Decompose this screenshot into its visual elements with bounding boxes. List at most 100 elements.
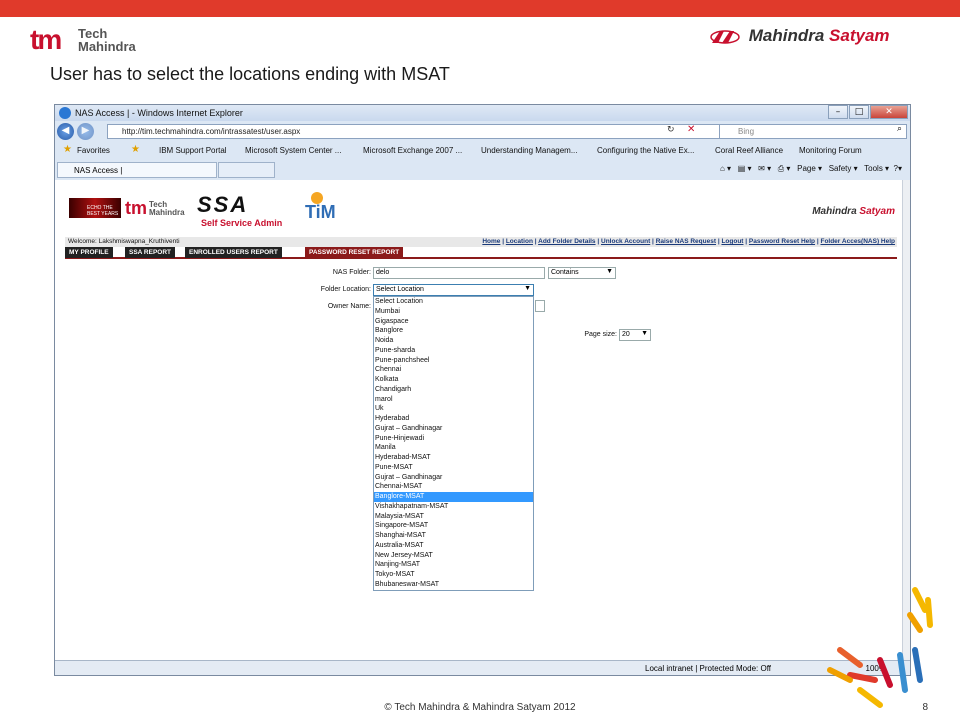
- tab-my-profile[interactable]: MY PROFILE: [65, 247, 113, 258]
- link-location[interactable]: Location: [506, 238, 533, 245]
- safety-menu[interactable]: Safety ▾: [829, 164, 858, 173]
- location-option[interactable]: Pune-MSAT: [374, 463, 533, 473]
- location-option[interactable]: Kolkata: [374, 375, 533, 385]
- nas-folder-input[interactable]: delo: [373, 267, 545, 279]
- url-input[interactable]: http://tim.techmahindra.com/intrassatest…: [107, 124, 727, 139]
- fav-link-7[interactable]: Monitoring Forum: [799, 146, 862, 155]
- location-option[interactable]: Malaysia-MSAT: [374, 512, 533, 522]
- location-option[interactable]: Gujrat – Gandhinagar: [374, 424, 533, 434]
- mahindra-satyam-logo: Mahindra Satyam: [710, 26, 930, 48]
- location-option[interactable]: Banglore-MSAT: [374, 492, 533, 502]
- back-button[interactable]: ◀: [57, 123, 74, 140]
- page-size-value: 20: [622, 331, 630, 338]
- page-viewport: ECHO THE BEST YEARS tm Tech Mahindra SSA …: [55, 180, 904, 662]
- tools-menu[interactable]: Tools ▾: [864, 164, 889, 173]
- link-raise-nas-request[interactable]: Raise NAS Request: [656, 238, 716, 245]
- feeds-icon[interactable]: ▤ ▾: [738, 164, 752, 173]
- favorites-bar: ★ Favorites ★ IBM Support Portal Microso…: [55, 141, 910, 161]
- location-option[interactable]: Chennai-MSAT: [374, 482, 533, 492]
- location-option[interactable]: Mumbai: [374, 307, 533, 317]
- location-option[interactable]: Pune-sharda: [374, 346, 533, 356]
- mail-icon[interactable]: ✉ ▾: [758, 164, 771, 173]
- security-zone: Local intranet | Protected Mode: Off: [645, 664, 771, 673]
- tab-ssa-report[interactable]: SSA REPORT: [125, 247, 176, 258]
- tab-enrolled-users-report[interactable]: ENROLLED USERS REPORT: [185, 247, 282, 258]
- print-icon[interactable]: ⎙ ▾: [778, 164, 791, 173]
- maximize-button[interactable]: □: [849, 105, 869, 119]
- window-titlebar: NAS Access | - Windows Internet Explorer…: [55, 105, 910, 121]
- favorites-button[interactable]: Favorites: [77, 146, 110, 155]
- location-option[interactable]: Shanghai-MSAT: [374, 531, 533, 541]
- location-option[interactable]: Gigaspace: [374, 317, 533, 327]
- location-option[interactable]: marol: [374, 395, 533, 405]
- link-unlock-account[interactable]: Unlock Account: [601, 238, 650, 245]
- fav-link-2[interactable]: Microsoft System Center ...: [245, 146, 341, 155]
- home-icon[interactable]: ⌂ ▾: [720, 164, 731, 173]
- forward-button[interactable]: ▶: [77, 123, 94, 140]
- url-text: http://tim.techmahindra.com/intrassatest…: [122, 127, 301, 136]
- footer-copyright: © Tech Mahindra & Mahindra Satyam 2012: [384, 702, 576, 713]
- folder-location-select[interactable]: Select Location ▼: [373, 284, 534, 296]
- link-logout[interactable]: Logout: [721, 238, 743, 245]
- owner-name-input[interactable]: [535, 300, 545, 312]
- command-bar: ⌂ ▾ ▤ ▾ ✉ ▾ ⎙ ▾ Page ▾ Safety ▾ Tools ▾ …: [720, 164, 902, 174]
- location-option[interactable]: Australia-MSAT: [374, 541, 533, 551]
- tab-nas-access[interactable]: NAS Access |: [57, 162, 217, 178]
- favorites-star-icon[interactable]: ★: [63, 144, 72, 155]
- location-option[interactable]: Gujrat – Gandhinagar: [374, 473, 533, 483]
- fav-link-6[interactable]: Coral Reef Alliance: [715, 146, 783, 155]
- ssa-subtitle: Self Service Admin: [201, 218, 283, 228]
- tab-password-reset-report[interactable]: PASSWORD RESET REPORT: [305, 247, 404, 258]
- fav-link-4[interactable]: Understanding Managem...: [481, 146, 578, 155]
- banner-image: ECHO THE BEST YEARS: [69, 198, 121, 218]
- location-option[interactable]: Pune-Hinjewadi: [374, 434, 533, 444]
- folder-location-label: Folder Location:: [320, 286, 371, 293]
- location-option[interactable]: Tokyo-MSAT: [374, 570, 533, 580]
- help-icon[interactable]: ?▾: [894, 164, 902, 173]
- close-button[interactable]: ✕: [870, 105, 908, 119]
- location-option[interactable]: Select Location: [374, 297, 533, 307]
- location-option[interactable]: Hyderabad-MSAT: [374, 453, 533, 463]
- link-home[interactable]: Home: [482, 238, 500, 245]
- location-option[interactable]: New Jersey-MSAT: [374, 551, 533, 561]
- decorative-hands-graphic: [827, 587, 933, 708]
- location-option[interactable]: Nanjing-MSAT: [374, 560, 533, 570]
- location-option[interactable]: Uk: [374, 404, 533, 414]
- owner-name-label: Owner Name:: [327, 303, 371, 310]
- page-size-label: Page size:: [584, 331, 617, 338]
- search-icon[interactable]: ⌕: [897, 124, 902, 134]
- add-favorite-icon[interactable]: ★: [131, 144, 140, 155]
- link-password-reset-help[interactable]: Password Reset Help: [749, 238, 815, 245]
- ms-logo-main: Mahindra: [748, 26, 830, 45]
- link-add-folder-details[interactable]: Add Folder Details: [538, 238, 595, 245]
- match-mode-value: Contains: [551, 269, 579, 276]
- location-option[interactable]: Pune-panchsheel: [374, 356, 533, 366]
- stop-icon[interactable]: ✕: [687, 124, 695, 135]
- location-option[interactable]: Chennai: [374, 365, 533, 375]
- location-option[interactable]: Banglore: [374, 326, 533, 336]
- location-option[interactable]: Chandigarh: [374, 385, 533, 395]
- browser-window: NAS Access | - Windows Internet Explorer…: [54, 104, 911, 676]
- minimize-button[interactable]: –: [828, 105, 848, 119]
- site-ms-main: Mahindra: [812, 206, 860, 217]
- location-option[interactable]: Singapore-MSAT: [374, 521, 533, 531]
- refresh-icon[interactable]: ↻: [667, 125, 675, 135]
- match-mode-select[interactable]: Contains ▼: [548, 267, 616, 279]
- page-size-select[interactable]: 20 ▼: [619, 329, 651, 341]
- site-tm-logo: tm Tech Mahindra: [125, 198, 185, 219]
- welcome-bar: Welcome: Lakshmiswapna_Kruthiventi Home …: [65, 237, 897, 247]
- location-option[interactable]: Hyderabad: [374, 414, 533, 424]
- link-folder-access-help[interactable]: Folder Acces(NAS) Help: [820, 238, 895, 245]
- fav-link-5[interactable]: Configuring the Native Ex...: [597, 146, 694, 155]
- new-tab-button[interactable]: [218, 162, 275, 178]
- location-option[interactable]: Vishakhapatnam-MSAT: [374, 502, 533, 512]
- fav-link-1[interactable]: IBM Support Portal: [159, 146, 227, 155]
- location-option[interactable]: Bhubaneswar-MSAT: [374, 580, 533, 590]
- site-nav-tabs: MY PROFILE SSA REPORT ENROLLED USERS REP…: [65, 247, 897, 259]
- fav-link-3[interactable]: Microsoft Exchange 2007 ...: [363, 146, 462, 155]
- nas-folder-label: NAS Folder:: [332, 269, 371, 276]
- search-input[interactable]: Bing: [719, 124, 907, 139]
- page-menu[interactable]: Page ▾: [797, 164, 822, 173]
- location-option[interactable]: Manila: [374, 443, 533, 453]
- location-option[interactable]: Noida: [374, 336, 533, 346]
